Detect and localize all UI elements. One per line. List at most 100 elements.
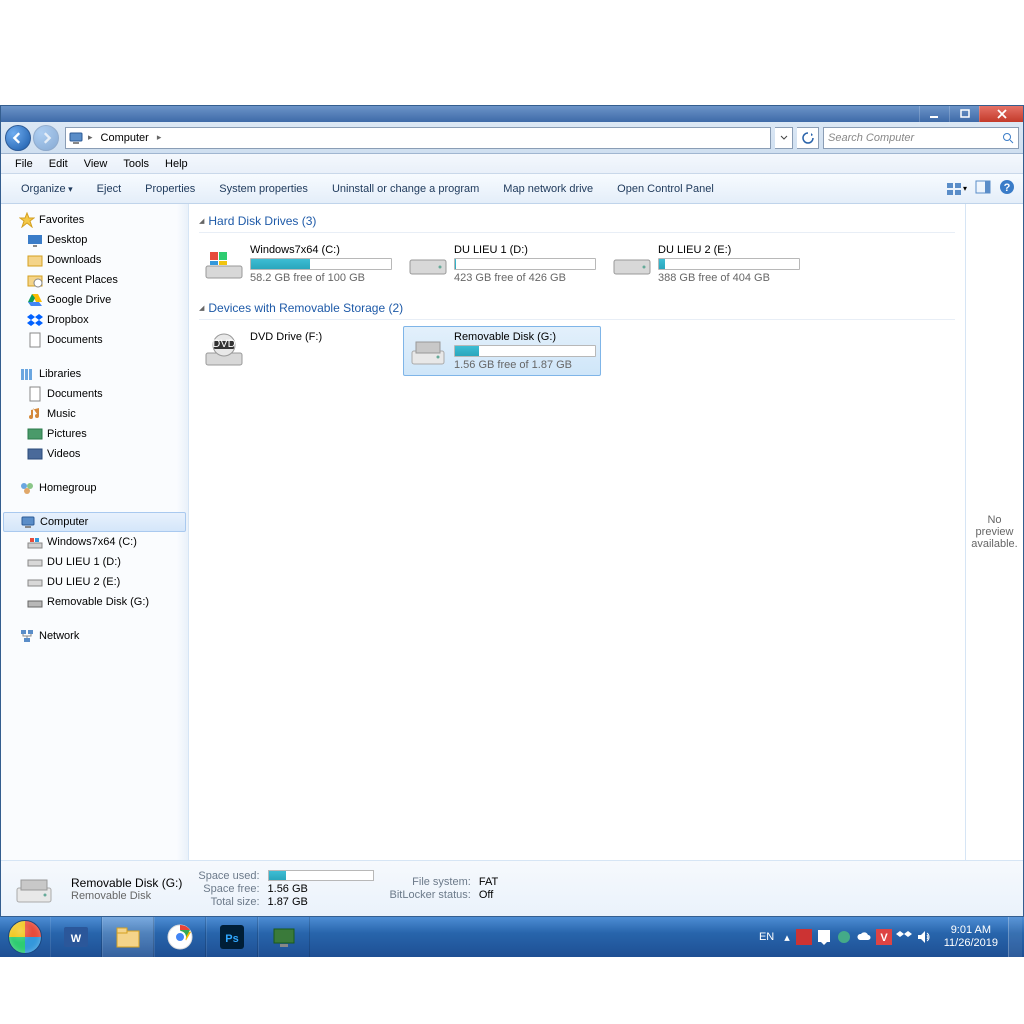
taskbar: W Ps EN ▴ V 9:01 AM11/26/2019 (0, 917, 1024, 957)
sidebar-item-recent[interactable]: Recent Places (1, 270, 188, 290)
document-icon (27, 332, 43, 348)
svg-text:?: ? (1004, 182, 1011, 194)
music-icon (27, 406, 43, 422)
system-tray: EN ▴ V 9:01 AM11/26/2019 (751, 917, 1024, 957)
videos-icon (27, 446, 43, 462)
tray-icon[interactable] (836, 929, 852, 945)
minimize-button[interactable] (919, 106, 949, 122)
breadcrumb-computer[interactable]: Computer (95, 128, 155, 148)
cloud-icon[interactable] (856, 929, 872, 945)
section-hdd[interactable]: Hard Disk Drives (3) (199, 210, 955, 233)
back-button[interactable] (5, 125, 31, 151)
sidebar-network[interactable]: Network (1, 626, 188, 646)
volume-icon[interactable] (916, 929, 932, 945)
sidebar-item-lib-pictures[interactable]: Pictures (1, 424, 188, 444)
taskbar-word[interactable]: W (50, 917, 102, 957)
drive-item[interactable]: Windows7x64 (C:)58.2 GB free of 100 GB (199, 239, 397, 289)
search-input[interactable]: Search Computer (823, 127, 1019, 149)
maximize-button[interactable] (949, 106, 979, 122)
sidebar-item-dropbox[interactable]: Dropbox (1, 310, 188, 330)
preview-pane-button[interactable] (975, 179, 991, 198)
sysprops-button[interactable]: System properties (207, 183, 320, 195)
show-desktop-button[interactable] (1008, 917, 1022, 957)
chevron-right-icon: ▸ (86, 132, 95, 143)
drive-item[interactable]: DVDDVD Drive (F:) (199, 326, 397, 376)
svg-text:Ps: Ps (225, 933, 238, 945)
sidebar-item-documents[interactable]: Documents (1, 330, 188, 350)
help-button[interactable]: ? (999, 179, 1015, 198)
sidebar-item-drive-g[interactable]: Removable Disk (G:) (1, 592, 188, 612)
preview-pane: No preview available. (965, 204, 1023, 860)
homegroup-icon (19, 480, 35, 496)
sidebar-item-downloads[interactable]: Downloads (1, 250, 188, 270)
drive-item[interactable]: DU LIEU 2 (E:)388 GB free of 404 GB (607, 239, 805, 289)
search-icon (1002, 132, 1014, 144)
recent-icon (27, 272, 43, 288)
taskbar-chrome[interactable] (154, 917, 206, 957)
desktop-icon (27, 232, 43, 248)
sidebar-homegroup[interactable]: Homegroup (1, 478, 188, 498)
taskbar-app[interactable] (258, 917, 310, 957)
sidebar-libraries[interactable]: Libraries (1, 364, 188, 384)
close-button[interactable] (979, 106, 1023, 122)
removable-icon (27, 594, 43, 610)
taskbar-photoshop[interactable]: Ps (206, 917, 258, 957)
sidebar-item-lib-documents[interactable]: Documents (1, 384, 188, 404)
start-button[interactable] (0, 917, 50, 957)
recent-dropdown[interactable] (775, 127, 793, 149)
menubar: File Edit View Tools Help (1, 154, 1023, 174)
uninstall-button[interactable]: Uninstall or change a program (320, 183, 491, 195)
sidebar-item-desktop[interactable]: Desktop (1, 230, 188, 250)
refresh-button[interactable] (797, 127, 819, 149)
star-icon (19, 212, 35, 228)
sidebar-favorites[interactable]: Favorites (1, 210, 188, 230)
view-button[interactable]: ▾ (946, 181, 967, 197)
menu-tools[interactable]: Tools (115, 158, 157, 170)
action-center-icon[interactable] (816, 929, 832, 945)
controlpanel-button[interactable]: Open Control Panel (605, 183, 726, 195)
tray-v-icon[interactable]: V (876, 929, 892, 945)
flag-icon[interactable] (796, 929, 812, 945)
pictures-icon (27, 426, 43, 442)
sidebar-item-gdrive[interactable]: Google Drive (1, 290, 188, 310)
drive-item[interactable]: DU LIEU 1 (D:)423 GB free of 426 GB (403, 239, 601, 289)
eject-button[interactable]: Eject (85, 183, 133, 195)
drive-icon (27, 554, 43, 570)
dropbox-tray-icon[interactable] (896, 929, 912, 945)
svg-text:DVD: DVD (212, 338, 235, 350)
drive-icon (27, 534, 43, 550)
taskbar-explorer[interactable] (102, 917, 154, 957)
menu-file[interactable]: File (7, 158, 41, 170)
language-indicator[interactable]: EN (753, 931, 780, 943)
mapdrive-button[interactable]: Map network drive (491, 183, 605, 195)
explorer-window: ▸ Computer ▸ Search Computer File Edit V… (0, 105, 1024, 917)
sidebar-item-drive-d[interactable]: DU LIEU 1 (D:) (1, 552, 188, 572)
menu-view[interactable]: View (76, 158, 116, 170)
sidebar-item-lib-videos[interactable]: Videos (1, 444, 188, 464)
sidebar-item-drive-c[interactable]: Windows7x64 (C:) (1, 532, 188, 552)
organize-button[interactable]: Organize (9, 183, 85, 195)
content-area: Hard Disk Drives (3) Windows7x64 (C:)58.… (189, 204, 965, 860)
clock[interactable]: 9:01 AM11/26/2019 (934, 924, 1008, 950)
sidebar-computer[interactable]: Computer (3, 512, 186, 532)
menu-help[interactable]: Help (157, 158, 196, 170)
drive-item[interactable]: Removable Disk (G:)1.56 GB free of 1.87 … (403, 326, 601, 376)
address-bar[interactable]: ▸ Computer ▸ (65, 127, 771, 149)
document-icon (27, 386, 43, 402)
tray-expand-icon[interactable]: ▴ (780, 931, 794, 944)
section-removable[interactable]: Devices with Removable Storage (2) (199, 297, 955, 320)
sidebar: Favorites Desktop Downloads Recent Place… (1, 204, 189, 860)
menu-edit[interactable]: Edit (41, 158, 76, 170)
computer-icon (20, 514, 36, 530)
properties-button[interactable]: Properties (133, 183, 207, 195)
windows-orb-icon (8, 920, 42, 954)
svg-text:V: V (880, 932, 888, 944)
sidebar-item-lib-music[interactable]: Music (1, 404, 188, 424)
svg-text:W: W (71, 933, 82, 945)
removable-drive-icon (408, 331, 448, 371)
toolbar: Organize Eject Properties System propert… (1, 174, 1023, 204)
google-drive-icon (27, 292, 43, 308)
dropbox-icon (27, 312, 43, 328)
sidebar-item-drive-e[interactable]: DU LIEU 2 (E:) (1, 572, 188, 592)
forward-button[interactable] (33, 125, 59, 151)
